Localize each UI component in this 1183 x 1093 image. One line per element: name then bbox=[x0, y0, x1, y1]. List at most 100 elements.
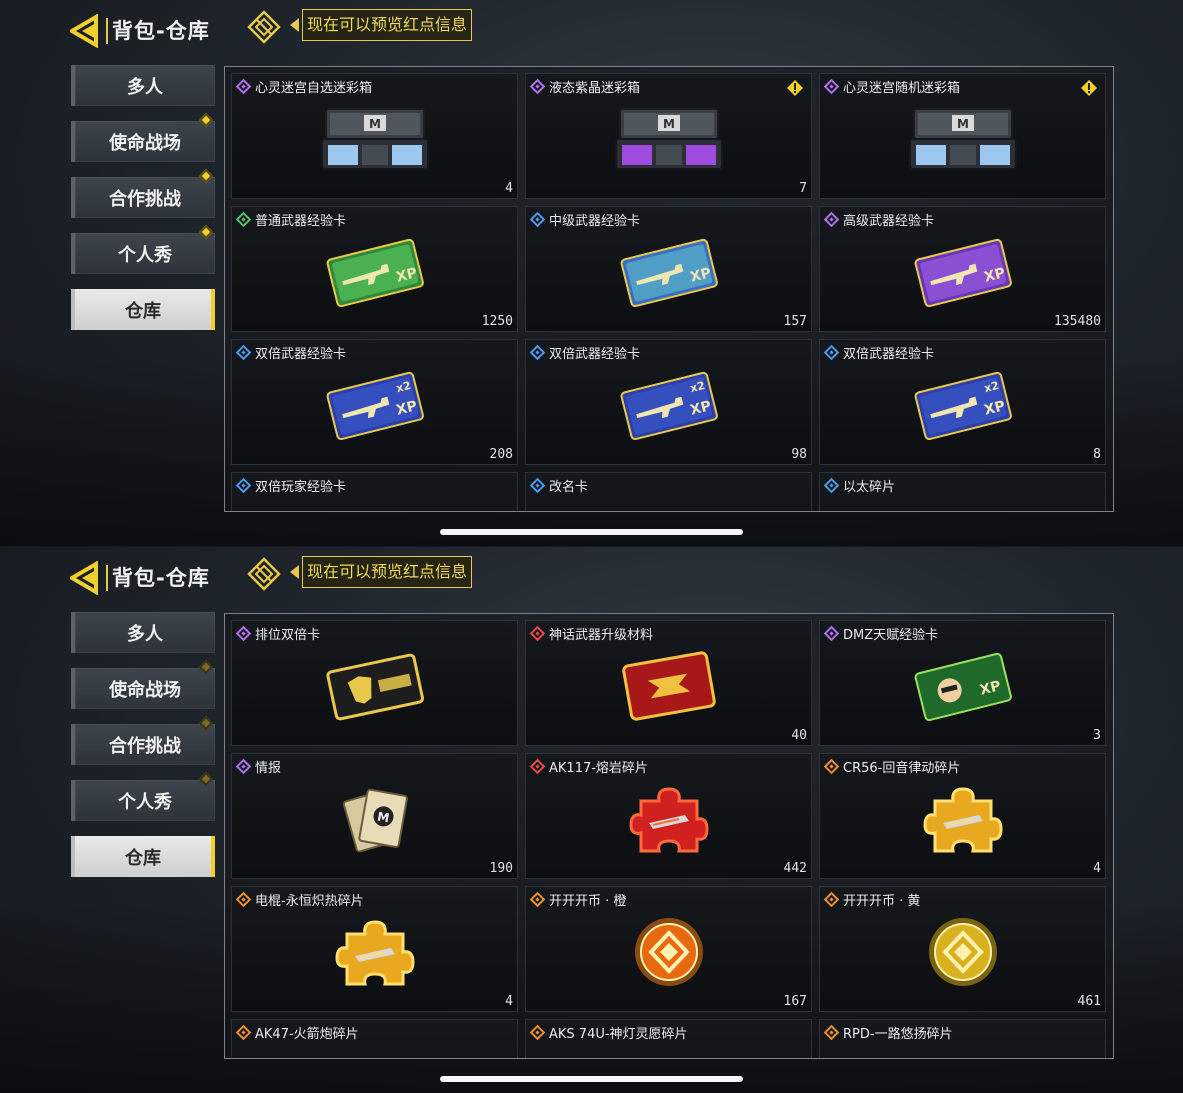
rarity-orange-icon bbox=[823, 758, 840, 775]
inventory-item[interactable]: 中级武器经验卡 XP 157 bbox=[525, 206, 812, 332]
preview-text: 现在可以预览红点信息 bbox=[302, 556, 473, 588]
rarity-green-icon bbox=[235, 211, 252, 228]
inventory-item[interactable]: CR56-回音律动碎片 4 bbox=[819, 753, 1106, 879]
sidebar-item-warehouse[interactable]: 仓库 bbox=[71, 289, 215, 330]
red-dot-icon bbox=[198, 771, 214, 787]
item-name-text: 双倍玩家经验卡 bbox=[255, 480, 347, 495]
item-name-text: 液态紫晶迷彩箱 bbox=[549, 81, 641, 96]
sidebar-item-warehouse[interactable]: 仓库 bbox=[71, 836, 215, 877]
sidebar-item-coop[interactable]: 合作挑战 bbox=[71, 168, 215, 218]
item-name-text: 改名卡 bbox=[549, 480, 589, 495]
sidebar-item-label: 仓库 bbox=[125, 847, 161, 869]
xp-card-purple-icon: XP bbox=[913, 237, 1013, 311]
inventory-item[interactable]: RPD-一路悠扬碎片 bbox=[819, 1019, 1106, 1058]
inventory-item[interactable]: 神话武器升级材料 40 bbox=[525, 620, 812, 746]
inventory-item[interactable]: 高级武器经验卡 XP 135480 bbox=[819, 206, 1106, 332]
rarity-orange-icon bbox=[529, 1024, 546, 1041]
sidebar-item-coop[interactable]: 合作挑战 bbox=[71, 715, 215, 765]
item-name-text: 排位双倍卡 bbox=[255, 628, 321, 643]
item-name: 心灵迷宫随机迷彩箱 bbox=[823, 77, 960, 96]
preview-toggle-icon[interactable] bbox=[247, 557, 281, 591]
item-name: DMZ天赋经验卡 bbox=[823, 624, 938, 643]
inventory-item[interactable]: 液态紫晶迷彩箱 M 7 bbox=[525, 73, 812, 199]
sidebar-item-battle-royale[interactable]: 使命战场 bbox=[71, 112, 215, 162]
item-name-text: 双倍武器经验卡 bbox=[843, 347, 935, 362]
item-count: 8 bbox=[1093, 447, 1101, 462]
coin-orange-icon bbox=[632, 915, 706, 993]
item-count: 208 bbox=[489, 447, 513, 462]
svg-text:M: M bbox=[369, 117, 381, 131]
preview-toggle-icon[interactable] bbox=[247, 10, 281, 44]
inventory-item[interactable]: 心灵迷宫随机迷彩箱 M bbox=[819, 73, 1106, 199]
item-name: 高级武器经验卡 bbox=[823, 210, 935, 229]
home-indicator[interactable] bbox=[440, 1076, 743, 1082]
sidebar: 多人 使命战场 合作挑战 个人秀 仓库 bbox=[71, 612, 215, 892]
item-count: 4 bbox=[1093, 861, 1101, 876]
rarity-blue-icon bbox=[823, 477, 840, 494]
item-name: 双倍玩家经验卡 bbox=[235, 476, 347, 495]
rarity-red-icon bbox=[529, 758, 546, 775]
item-name-text: 高级武器经验卡 bbox=[843, 214, 935, 229]
home-indicator[interactable] bbox=[440, 529, 743, 535]
inventory-item[interactable]: 情报 M 190 bbox=[231, 753, 518, 879]
sidebar: 多人 使命战场 合作挑战 个人秀 仓库 bbox=[71, 65, 215, 345]
back-arrow-icon[interactable] bbox=[70, 561, 102, 595]
sidebar-item-personal-show[interactable]: 个人秀 bbox=[71, 224, 215, 274]
sidebar-item-battle-royale[interactable]: 使命战场 bbox=[71, 659, 215, 709]
sidebar-item-multiplayer[interactable]: 多人 bbox=[71, 612, 215, 653]
coin-yellow-icon bbox=[926, 915, 1000, 993]
rarity-orange-icon bbox=[235, 1024, 252, 1041]
item-count: 3 bbox=[1093, 728, 1101, 743]
svg-text:M: M bbox=[376, 809, 390, 825]
inventory-item[interactable]: AK117-熔岩碎片 442 bbox=[525, 753, 812, 879]
crate-blue-icon: M bbox=[908, 105, 1018, 177]
svg-text:M: M bbox=[663, 117, 675, 131]
inventory-item[interactable]: 改名卡 bbox=[525, 472, 812, 511]
inventory-item[interactable]: 开开开币 · 黄 461 bbox=[819, 886, 1106, 1012]
item-grid: 排位双倍卡 神话武器升级材料 40 DMZ天赋经验卡 XP 3 情报 M 190 AK117-熔岩… bbox=[231, 620, 1106, 1058]
inventory-item[interactable]: 双倍武器经验卡 XP x2 98 bbox=[525, 339, 812, 465]
item-name: 双倍武器经验卡 bbox=[823, 343, 935, 362]
inventory-item[interactable]: 以太碎片 bbox=[819, 472, 1106, 511]
inventory-item[interactable]: 普通武器经验卡 XP 1250 bbox=[231, 206, 518, 332]
inventory-item[interactable]: 开开开币 · 橙 167 bbox=[525, 886, 812, 1012]
item-count: 461 bbox=[1077, 994, 1101, 1009]
item-name: 神话武器升级材料 bbox=[529, 624, 653, 643]
item-count: 135480 bbox=[1054, 314, 1101, 329]
item-count: 190 bbox=[489, 861, 513, 876]
sidebar-item-label: 合作挑战 bbox=[109, 735, 181, 757]
inventory-item[interactable]: AK47-火箭炮碎片 bbox=[231, 1019, 518, 1058]
inventory-item[interactable]: 排位双倍卡 bbox=[231, 620, 518, 746]
screen-2: 背包-仓库 现在可以预览红点信息 多人 使命战场 合作挑战 个人秀 仓库 排位双… bbox=[0, 547, 1183, 1093]
inventory-item[interactable]: 双倍武器经验卡 XP x2 8 bbox=[819, 339, 1106, 465]
item-name: 液态紫晶迷彩箱 bbox=[529, 77, 641, 96]
inventory-item[interactable]: AKS 74U-神灯灵愿碎片 bbox=[525, 1019, 812, 1058]
item-count: 40 bbox=[791, 728, 807, 743]
sidebar-item-multiplayer[interactable]: 多人 bbox=[71, 65, 215, 106]
item-name: 双倍武器经验卡 bbox=[235, 343, 346, 362]
inventory-item[interactable]: 双倍武器经验卡 XP x2 208 bbox=[231, 339, 518, 465]
item-name: 开开开币 · 橙 bbox=[529, 890, 626, 909]
item-count: 1250 bbox=[481, 314, 513, 329]
rarity-orange-icon bbox=[823, 891, 840, 908]
item-name: AKS 74U-神灯灵愿碎片 bbox=[529, 1023, 688, 1042]
mythic-material-icon bbox=[619, 649, 719, 727]
sidebar-item-personal-show[interactable]: 个人秀 bbox=[71, 771, 215, 821]
inventory-grid: 排位双倍卡 神话武器升级材料 40 DMZ天赋经验卡 XP 3 情报 M 190 AK117-熔岩… bbox=[224, 613, 1114, 1059]
page-title: 背包-仓库 bbox=[106, 18, 210, 44]
item-name: 改名卡 bbox=[529, 476, 589, 495]
rarity-blue-icon bbox=[529, 477, 546, 494]
rarity-orange-icon bbox=[823, 1024, 840, 1041]
inventory-item[interactable]: DMZ天赋经验卡 XP 3 bbox=[819, 620, 1106, 746]
rarity-blue-icon bbox=[235, 344, 252, 361]
inventory-item[interactable]: 双倍玩家经验卡 bbox=[231, 472, 518, 511]
sidebar-item-label: 个人秀 bbox=[118, 244, 172, 266]
inventory-item[interactable]: 心灵迷宫自选迷彩箱 M 4 bbox=[231, 73, 518, 199]
back-arrow-icon[interactable] bbox=[70, 14, 102, 48]
sidebar-item-label: 使命战场 bbox=[109, 132, 181, 154]
item-name: 双倍武器经验卡 bbox=[529, 343, 640, 362]
rarity-red-icon bbox=[529, 625, 546, 642]
inventory-item[interactable]: 电棍-永恒炽热碎片 4 bbox=[231, 886, 518, 1012]
item-name: RPD-一路悠扬碎片 bbox=[823, 1023, 953, 1042]
item-count: 4 bbox=[505, 181, 513, 196]
